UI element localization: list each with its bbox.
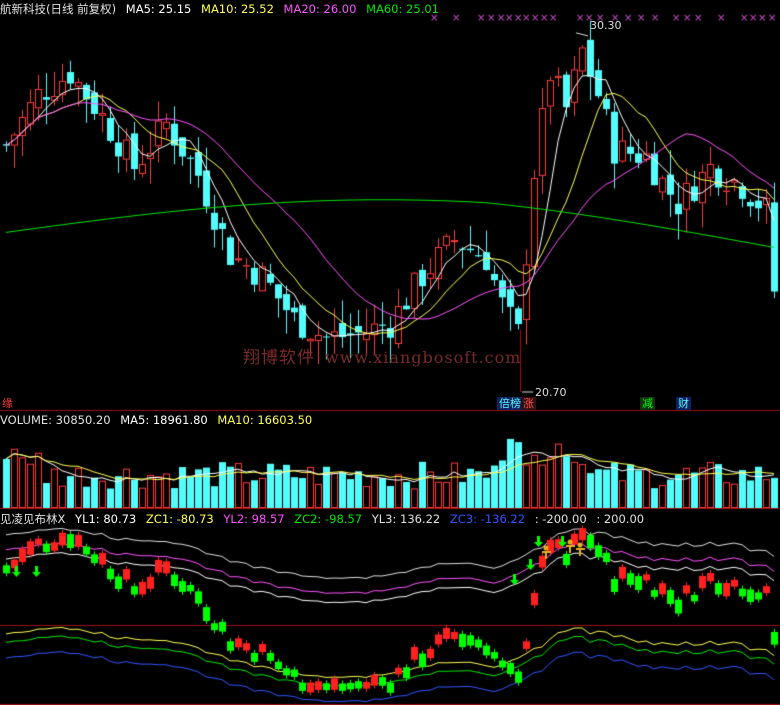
indicator-v2: : 200.00 xyxy=(596,512,645,526)
high-price-label: 30.30 xyxy=(590,19,622,32)
volume-label: VOLUME: 30850.20 xyxy=(0,413,111,427)
ma10-label: MA10: 25.52 xyxy=(201,2,274,16)
volume-header: VOLUME: 30850.20 MA5: 18961.80 MA10: 166… xyxy=(0,412,318,428)
event-tag-zhang[interactable]: 涨 xyxy=(521,397,536,410)
stock-title: 航新科技(日线 前复权) xyxy=(0,2,117,16)
left-marker: 缘 xyxy=(2,397,13,410)
indicator-header: 见凌见布林X YL1: 80.73 ZC1: -80.73 YL2: 98.57… xyxy=(0,511,650,527)
zc3-label: ZC3: -136.22 xyxy=(449,512,526,526)
indicator-name: 见凌见布林X xyxy=(0,512,66,526)
zc2-label: ZC2: -98.57 xyxy=(294,512,363,526)
main-chart-header: 航新科技(日线 前复权) MA5: 25.15 MA10: 25.52 MA20… xyxy=(0,1,445,17)
yl3-label: YL3: 136.22 xyxy=(371,512,441,526)
event-tag-beibang[interactable]: 倍榜 xyxy=(497,397,523,410)
event-tag-cai[interactable]: 财 xyxy=(676,397,691,410)
yl1-label: YL1: 80.73 xyxy=(75,512,137,526)
indicator-v1: : -200.00 xyxy=(534,512,587,526)
watermark: 翔博软件 www.xiangbosoft.com xyxy=(243,348,522,368)
volume-ma5-label: MA5: 18961.80 xyxy=(120,413,208,427)
ma20-label: MA20: 26.00 xyxy=(283,2,357,16)
zc1-label: ZC1: -80.73 xyxy=(145,512,214,526)
low-price-label: 20.70 xyxy=(535,386,567,399)
event-tag-jian[interactable]: 减 xyxy=(640,397,655,410)
ma5-label: MA5: 25.15 xyxy=(125,2,192,16)
volume-ma10-label: MA10: 16603.50 xyxy=(217,413,313,427)
yl2-label: YL2: 98.57 xyxy=(223,512,285,526)
ma60-label: MA60: 25.01 xyxy=(366,2,439,16)
